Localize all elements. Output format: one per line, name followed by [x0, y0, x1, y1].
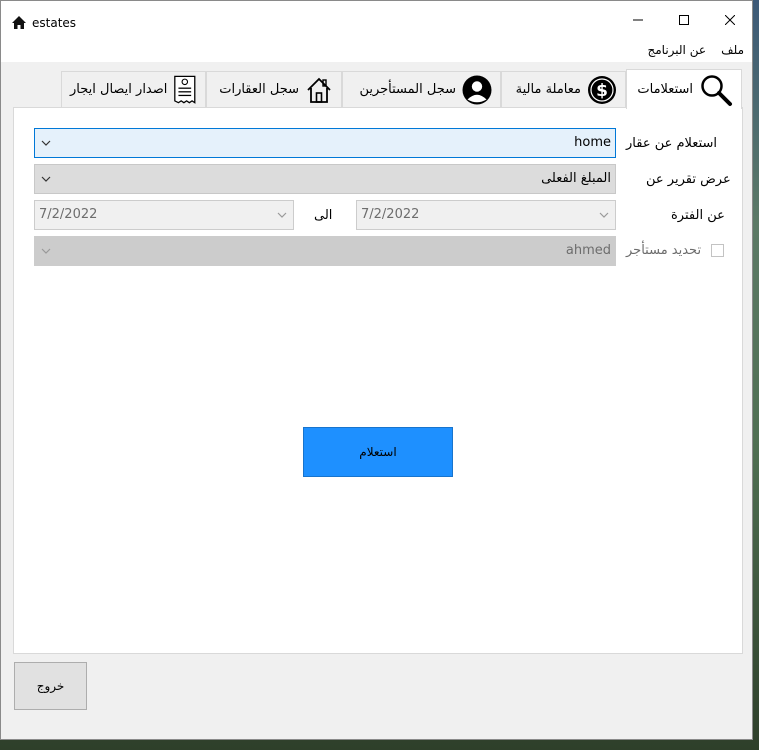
tab-label: استعلامات	[637, 82, 693, 97]
maximize-button[interactable]	[661, 1, 707, 39]
user-icon	[462, 75, 492, 104]
tenant-checkbox[interactable]	[711, 244, 724, 257]
menu-file[interactable]: ملف	[721, 43, 744, 57]
tab-tenants-register[interactable]: سجل المستأجرين	[342, 71, 501, 107]
inquiries-panel: استعلام عن عقار home عرض تقرير عن المبلغ…	[13, 107, 743, 654]
close-button[interactable]	[707, 1, 753, 39]
svg-text:$: $	[596, 81, 608, 101]
report-label: عرض تقرير عن	[646, 172, 731, 187]
property-label: استعلام عن عقار	[626, 136, 717, 151]
tab-properties-register[interactable]: سجل العقارات	[206, 71, 342, 107]
period-from-date[interactable]: 7/2/2022	[356, 200, 616, 230]
search-icon	[701, 74, 732, 106]
chevron-down-icon	[599, 212, 609, 218]
tab-label: اصدار ايصال ايجار	[70, 82, 168, 97]
to-label: الى	[314, 208, 333, 223]
period-to-date[interactable]: 7/2/2022	[34, 200, 294, 230]
chevron-down-icon	[41, 248, 51, 254]
receipt-icon	[174, 75, 196, 104]
menu-bar: ملف عن البرنامج	[1, 39, 752, 62]
tab-inquiries[interactable]: استعلامات	[626, 69, 742, 109]
tab-label: سجل العقارات	[219, 82, 299, 97]
tab-label: معاملة مالية	[515, 82, 581, 97]
tab-issue-rent-receipt[interactable]: اصدار ايصال ايجار	[61, 71, 206, 107]
house-app-icon	[12, 16, 26, 29]
report-select[interactable]: المبلغ الفعلى	[34, 164, 616, 194]
tab-strip: استعلامات $ معاملة مالية سجل المستأجرين	[1, 62, 752, 109]
property-select[interactable]: home	[34, 128, 616, 158]
exit-button[interactable]: خروج	[14, 662, 87, 710]
period-to-value: 7/2/2022	[39, 207, 98, 222]
app-window: estates ملف عن البرنامج استعلامات $ معام…	[0, 0, 753, 740]
window-title: estates	[32, 16, 77, 30]
chevron-down-icon	[41, 140, 51, 146]
property-value: home	[574, 135, 611, 150]
tab-label: سجل المستأجرين	[359, 82, 456, 97]
chevron-down-icon	[41, 176, 51, 182]
inquiry-button[interactable]: استعلام	[303, 427, 453, 477]
chevron-down-icon	[277, 212, 287, 218]
tenant-checkbox-label: تحديد مستأجر	[626, 243, 702, 258]
menu-about[interactable]: عن البرنامج	[647, 43, 706, 57]
tenant-value: ahmed	[565, 243, 611, 258]
maximize-icon	[679, 15, 689, 25]
minimize-button[interactable]	[615, 1, 661, 39]
report-value: المبلغ الفعلى	[541, 171, 611, 186]
period-from-value: 7/2/2022	[361, 207, 420, 222]
minimize-icon	[633, 19, 643, 21]
close-icon	[725, 15, 735, 25]
title-bar[interactable]: estates	[1, 1, 752, 39]
dollar-icon: $	[588, 75, 616, 104]
tenant-select[interactable]: ahmed	[34, 236, 616, 266]
house-icon	[307, 77, 331, 103]
tab-financial-transaction[interactable]: $ معاملة مالية	[501, 71, 626, 107]
period-label: عن الفترة	[671, 208, 725, 223]
